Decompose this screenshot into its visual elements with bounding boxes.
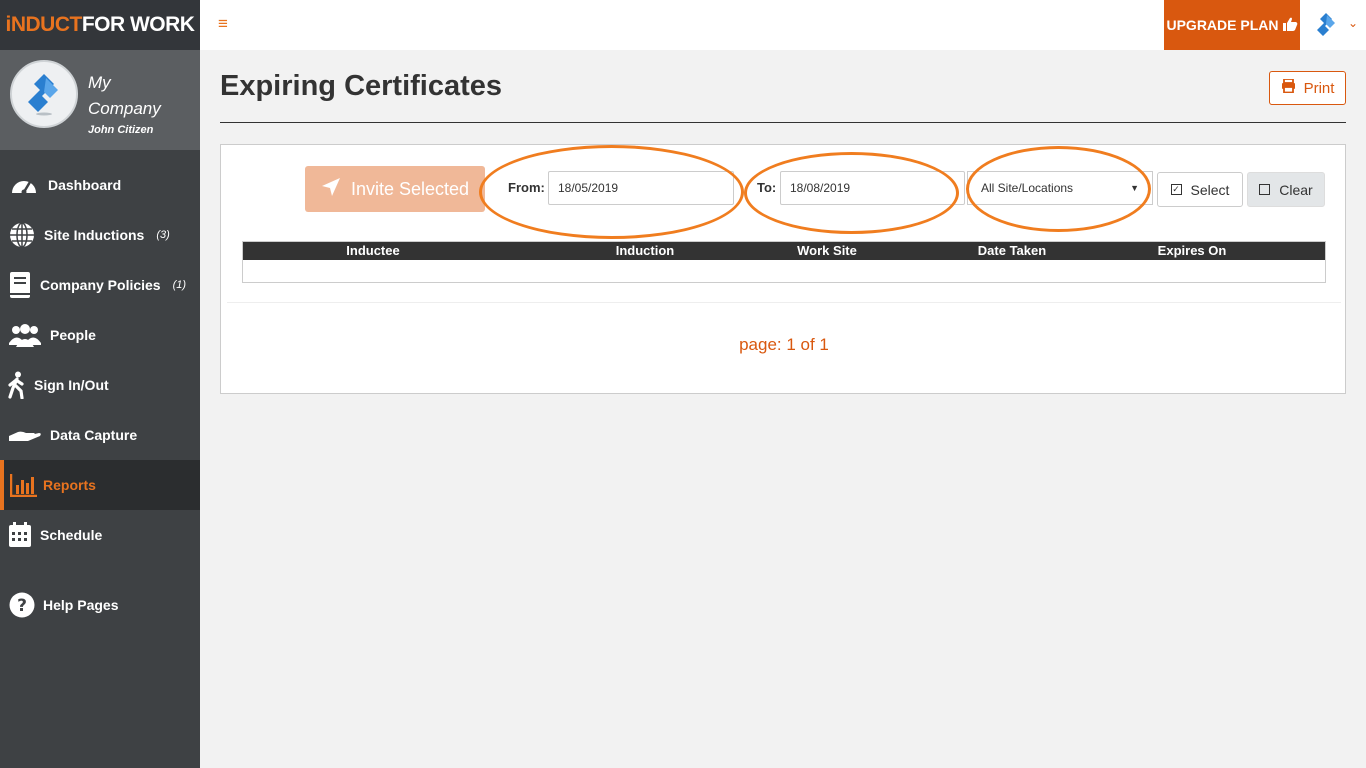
- paper-plane-icon: [321, 177, 341, 202]
- sidebar-item-count: (1): [172, 279, 187, 291]
- hand-icon: [0, 427, 50, 443]
- gauge-icon: [0, 173, 48, 197]
- report-panel: Invite Selected From: To: All Site/Locat…: [220, 144, 1346, 394]
- from-label: From:: [508, 180, 545, 195]
- walking-person-icon: [0, 371, 34, 399]
- printer-icon: [1281, 78, 1296, 97]
- sidebar-item-label: Data Capture: [50, 427, 138, 443]
- sidebar-item-label: Site Inductions: [44, 227, 145, 243]
- certificates-table: Inductee Induction Work Site Date Taken …: [242, 241, 1326, 283]
- sidebar-item-label: Dashboard: [48, 177, 122, 193]
- sidebar-item-label: Sign In/Out: [34, 377, 109, 393]
- invite-selected-button[interactable]: Invite Selected: [305, 166, 485, 212]
- sidebar-item-reports[interactable]: Reports: [0, 460, 200, 510]
- question-circle-icon: ?: [0, 592, 43, 618]
- sidebar-item-label: People: [50, 327, 96, 343]
- pagination-text: page: 1 of 1: [739, 335, 829, 354]
- column-header-induction[interactable]: Induction: [616, 243, 675, 258]
- profile-card: My Company John Citizen: [0, 50, 200, 150]
- sidebar-item-people[interactable]: People: [0, 310, 200, 360]
- calendar-icon: [0, 522, 40, 548]
- sidebar-item-dashboard[interactable]: Dashboard: [0, 160, 200, 210]
- people-icon: [0, 323, 50, 347]
- sidebar-item-label: Schedule: [40, 527, 103, 543]
- sidebar-item-label: Reports: [43, 477, 96, 493]
- sidebar-item-site-inductions[interactable]: Site Inductions (3): [0, 210, 200, 260]
- select-all-button[interactable]: ✓ Select: [1157, 172, 1243, 207]
- logo-text: iNDUCTFOR WORK: [5, 13, 195, 36]
- bar-chart-icon: [4, 473, 43, 497]
- sidebar-item-data-capture[interactable]: Data Capture: [0, 410, 200, 460]
- globe-icon: [0, 222, 44, 248]
- user-avatar-icon[interactable]: [1314, 12, 1338, 38]
- book-icon: [0, 271, 40, 299]
- hamburger-menu-icon[interactable]: ≡: [218, 14, 228, 34]
- page-title: Expiring Certificates: [220, 70, 503, 102]
- from-date-input[interactable]: [548, 171, 734, 205]
- clear-button[interactable]: Clear: [1247, 172, 1325, 207]
- brand-logo[interactable]: iNDUCTFOR WORK: [0, 0, 200, 50]
- company-avatar[interactable]: [10, 60, 78, 128]
- sidebar-item-label: Company Policies: [40, 277, 161, 293]
- sidebar: iNDUCTFOR WORK My Company John Citizen D…: [0, 0, 200, 768]
- column-header-inductee[interactable]: Inductee: [346, 243, 399, 258]
- site-location-select[interactable]: All Site/Locations ▼: [967, 171, 1153, 205]
- thumbs-up-icon: [1282, 17, 1298, 34]
- company-name: My Company: [88, 73, 161, 118]
- user-name: John Citizen: [88, 124, 154, 136]
- to-date-input[interactable]: [780, 171, 965, 205]
- sidebar-item-label: Help Pages: [43, 597, 119, 613]
- table-header: Inductee Induction Work Site Date Taken …: [243, 242, 1325, 260]
- checked-box-icon: ✓: [1170, 184, 1182, 195]
- print-button[interactable]: Print: [1269, 71, 1346, 105]
- to-label: To:: [757, 180, 777, 195]
- sidebar-item-sign-in-out[interactable]: Sign In/Out: [0, 360, 200, 410]
- top-bar: ≡ UPGRADE PLAN ⌄: [200, 0, 1366, 50]
- sidebar-item-company-policies[interactable]: Company Policies (1): [0, 260, 200, 310]
- chevron-down-icon[interactable]: ⌄: [1348, 16, 1358, 30]
- company-logo-icon: [28, 74, 58, 116]
- column-header-expires-on[interactable]: Expires On: [1158, 243, 1227, 258]
- upgrade-plan-button[interactable]: UPGRADE PLAN: [1164, 0, 1300, 50]
- divider: [220, 122, 1346, 123]
- column-header-date-taken[interactable]: Date Taken: [978, 243, 1046, 258]
- sidebar-item-schedule[interactable]: Schedule: [0, 510, 200, 560]
- sidebar-item-count: (3): [156, 229, 170, 241]
- dropdown-arrow-icon: ▼: [1130, 183, 1139, 193]
- sidebar-item-help-pages[interactable]: ? Help Pages: [0, 580, 200, 630]
- svg-text:?: ?: [17, 596, 27, 616]
- column-header-work-site[interactable]: Work Site: [797, 243, 857, 258]
- empty-box-icon: [1259, 184, 1271, 195]
- divider: [227, 302, 1341, 303]
